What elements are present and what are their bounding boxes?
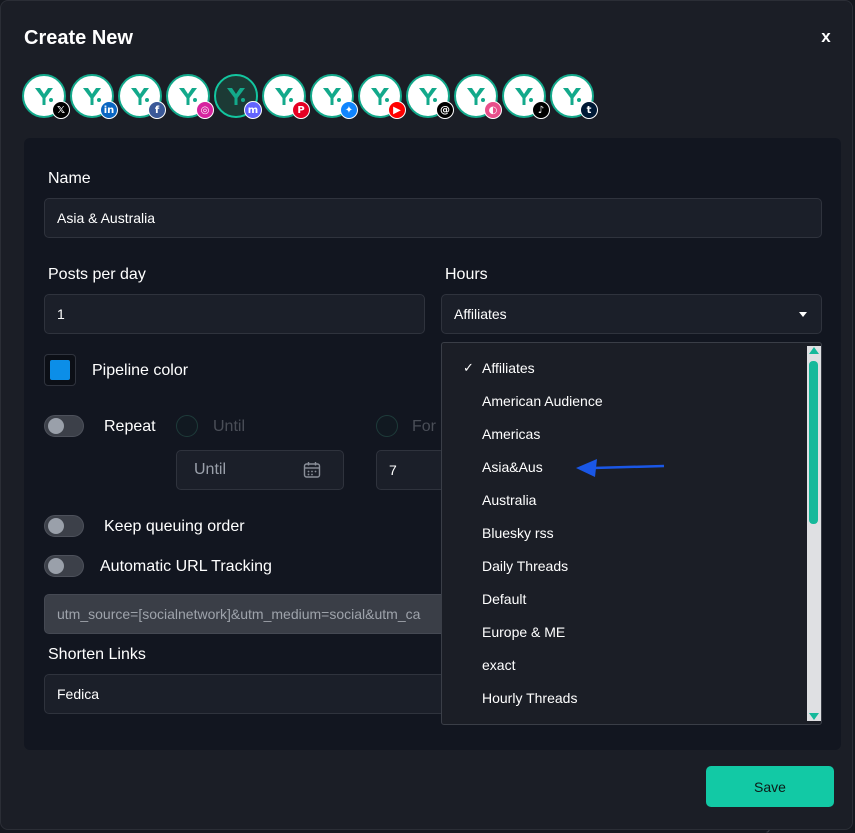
bluesky-icon: ✦ xyxy=(340,101,358,119)
url-tracking-input[interactable]: utm_source=[socialnetwork]&utm_medium=so… xyxy=(44,594,446,634)
toggle-knob xyxy=(48,418,64,434)
hours-option[interactable]: Daily Threads xyxy=(482,558,568,574)
account-avatar-pixelfed[interactable]: ◐ xyxy=(454,74,502,119)
keep-queuing-label: Keep queuing order xyxy=(104,518,245,535)
annotation-arrow-icon xyxy=(576,459,665,477)
hours-label: Hours xyxy=(445,266,488,283)
pipeline-color-fill xyxy=(50,360,70,380)
pixelfed-icon: ◐ xyxy=(484,101,502,119)
hours-option[interactable]: Hourly Threads xyxy=(482,690,577,706)
for-radio-label: For xyxy=(412,418,436,435)
instagram-icon: ◎ xyxy=(196,101,214,119)
hours-select-value: Affiliates xyxy=(454,306,507,322)
posts-per-day-label: Posts per day xyxy=(48,266,146,283)
shorten-links-label: Shorten Links xyxy=(48,646,146,663)
linkedin-icon: in xyxy=(100,101,118,119)
account-avatar-tumblr[interactable]: t xyxy=(550,74,598,119)
chevron-down-icon xyxy=(799,312,807,317)
pipeline-color-picker[interactable] xyxy=(44,354,76,386)
account-avatar-x[interactable]: 𝕏 xyxy=(22,74,70,119)
tumblr-icon: t xyxy=(580,101,598,119)
toggle-knob xyxy=(48,558,64,574)
pipeline-color-label: Pipeline color xyxy=(92,362,189,379)
until-date-placeholder: Until xyxy=(194,461,227,478)
account-avatar-youtube[interactable]: ▶ xyxy=(358,74,406,119)
hours-option[interactable]: Bluesky rss xyxy=(482,525,554,541)
url-tracking-toggle[interactable] xyxy=(44,555,84,577)
mastodon-icon: m xyxy=(244,101,262,119)
facebook-icon: f xyxy=(148,101,166,119)
account-avatar-facebook[interactable]: f xyxy=(118,74,166,119)
hours-option[interactable]: Default xyxy=(482,591,526,607)
modal-title: Create New xyxy=(24,27,133,49)
dropdown-scrollbar-thumb[interactable] xyxy=(809,361,818,524)
close-button[interactable]: x xyxy=(818,27,834,47)
repeat-label: Repeat xyxy=(104,418,156,435)
check-icon: ✓ xyxy=(463,360,474,375)
scroll-up-arrow-icon[interactable] xyxy=(809,347,819,354)
posts-per-day-input[interactable]: 1 xyxy=(44,294,425,334)
threads-icon: @ xyxy=(436,101,454,119)
hours-option[interactable]: Asia&Aus xyxy=(482,459,543,475)
repeat-toggle[interactable] xyxy=(44,415,84,437)
for-radio[interactable] xyxy=(376,415,398,437)
account-avatar-threads[interactable]: @ xyxy=(406,74,454,119)
hours-option[interactable]: Australia xyxy=(482,492,536,508)
until-radio-label: Until xyxy=(213,418,246,435)
until-radio[interactable] xyxy=(176,415,198,437)
account-avatar-mastodon[interactable]: m xyxy=(214,74,262,119)
keep-queuing-toggle[interactable] xyxy=(44,515,84,537)
hours-dropdown-list: ✓ Affiliates American Audience Americas Asia… xyxy=(441,342,822,725)
url-tracking-label: Automatic URL Tracking xyxy=(100,558,272,575)
pinterest-icon: P xyxy=(292,101,310,119)
account-avatar-tiktok[interactable]: ♪ xyxy=(502,74,550,119)
name-label: Name xyxy=(48,170,91,187)
hours-option[interactable]: Americas xyxy=(482,426,540,442)
hours-option[interactable]: exact xyxy=(482,657,515,673)
scroll-down-arrow-icon[interactable] xyxy=(809,713,819,720)
create-new-modal: Create New x 𝕏in f ◎ m P ✦ ▶ @ ◐ ♪ t Name Asia & A… xyxy=(0,0,853,830)
calendar-icon xyxy=(303,462,321,478)
toggle-knob xyxy=(48,518,64,534)
hours-option[interactable]: American Audience xyxy=(482,393,603,409)
until-date-input[interactable]: Until xyxy=(176,450,344,490)
shorten-links-select[interactable]: Fedica xyxy=(44,674,446,714)
hours-select[interactable]: Affiliates xyxy=(441,294,822,334)
x-icon: 𝕏 xyxy=(52,101,70,119)
account-avatar-pinterest[interactable]: P xyxy=(262,74,310,119)
tiktok-icon: ♪ xyxy=(532,101,550,119)
account-avatar-instagram[interactable]: ◎ xyxy=(166,74,214,119)
hours-option[interactable]: Affiliates xyxy=(482,360,535,376)
hours-option[interactable]: Europe & ME xyxy=(482,624,565,640)
for-count-input[interactable]: 7 xyxy=(376,450,446,490)
account-avatar-linkedin[interactable]: in xyxy=(70,74,118,119)
account-avatar-bluesky[interactable]: ✦ xyxy=(310,74,358,119)
youtube-icon: ▶ xyxy=(388,101,406,119)
save-button[interactable]: Save xyxy=(706,766,834,807)
name-input[interactable]: Asia & Australia xyxy=(44,198,822,238)
